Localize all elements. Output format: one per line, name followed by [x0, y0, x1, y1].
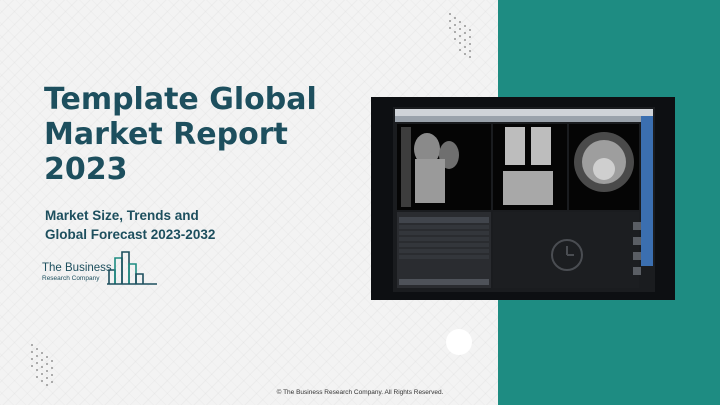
report-subtitle: Market Size, Trends and Global Forecast …: [45, 206, 285, 244]
logo-text-line-1: The Business: [42, 262, 112, 274]
subtitle-line-2: Global Forecast 2023-2032: [45, 227, 216, 242]
dot-grid-decoration-top: [446, 10, 476, 60]
logo-text-line-2: Research Company: [42, 275, 100, 282]
report-title: Template Global Market Report 2023: [44, 82, 317, 187]
subtitle-line-1: Market Size, Trends and: [45, 208, 199, 223]
logo-bars-icon: [107, 251, 157, 285]
company-logo: The Business Research Company: [42, 250, 162, 288]
copyright-footer: © The Business Research Company. All Rig…: [276, 389, 444, 396]
mri-monitor-photo: [371, 97, 675, 300]
dot-grid-decoration-bottom: [28, 342, 58, 390]
white-circle-decoration: [446, 329, 472, 355]
